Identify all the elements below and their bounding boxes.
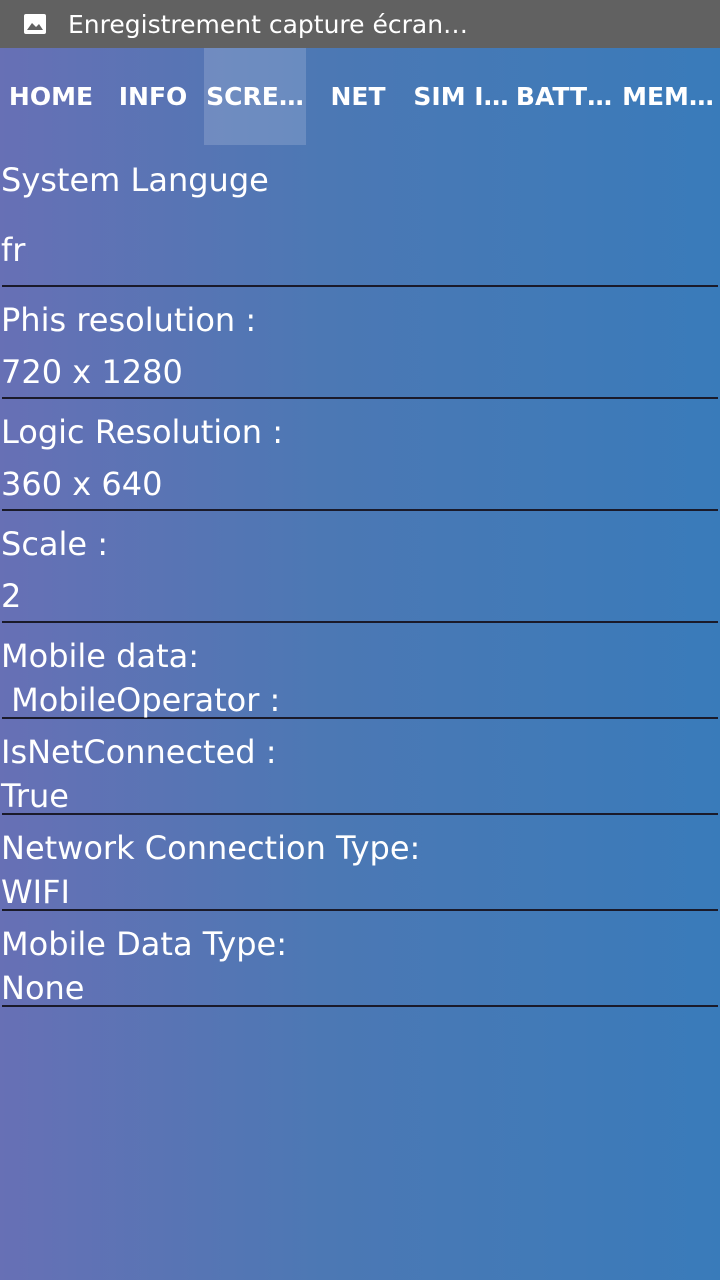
network-connection-type-label: Network Connection Type:: [1, 829, 421, 867]
mobile-data-type-value: None: [1, 969, 85, 1007]
tab-home[interactable]: HOME: [0, 48, 102, 145]
list-item-network-connection-type: Network Connection Type: WIFI: [1, 815, 718, 911]
logic-resolution-value: 360 x 640: [1, 465, 163, 503]
list-item-is-net-connected: IsNetConnected : True: [1, 719, 718, 815]
mobile-operator-value: MobileOperator :: [1, 681, 281, 719]
system-language-label: System Languge: [1, 161, 269, 199]
is-net-connected-value: True: [1, 777, 69, 815]
physical-resolution-label: Phis resolution :: [1, 301, 257, 339]
physical-resolution-value: 720 x 1280: [1, 353, 183, 391]
mobile-data-type-label: Mobile Data Type:: [1, 925, 287, 963]
tab-net[interactable]: NET: [306, 48, 410, 145]
scale-value: 2: [1, 577, 22, 615]
is-net-connected-label: IsNetConnected :: [1, 733, 277, 771]
image-icon: [24, 14, 46, 34]
list-item-mobile-data-type: Mobile Data Type: None: [1, 911, 718, 1007]
list-item-physical-resolution: Phis resolution : 720 x 1280: [1, 287, 718, 399]
system-language-value: fr: [1, 231, 26, 269]
list-item-system-language: System Languge fr: [1, 145, 718, 287]
tab-info[interactable]: INFO: [102, 48, 204, 145]
notification-text: Enregistrement capture écran…: [68, 9, 469, 39]
tab-sim-info[interactable]: SIM I…: [410, 48, 512, 145]
tab-bar: HOME INFO SCRE… NET SIM I… BATT… MEM…: [0, 48, 720, 145]
screen-info-list: System Languge fr Phis resolution : 720 …: [0, 145, 720, 1007]
list-item-logic-resolution: Logic Resolution : 360 x 640: [1, 399, 718, 511]
tab-battery[interactable]: BATT…: [512, 48, 616, 145]
list-item-scale: Scale : 2: [1, 511, 718, 623]
mobile-data-label: Mobile data:: [1, 637, 199, 675]
logic-resolution-label: Logic Resolution :: [1, 413, 283, 451]
network-connection-type-value: WIFI: [1, 873, 70, 911]
list-item-mobile-data: Mobile data: MobileOperator :: [1, 623, 718, 719]
scale-label: Scale :: [1, 525, 109, 563]
tab-screen[interactable]: SCRE…: [204, 48, 306, 145]
tab-memory[interactable]: MEM…: [616, 48, 720, 145]
notification-status-bar: Enregistrement capture écran…: [0, 0, 720, 48]
